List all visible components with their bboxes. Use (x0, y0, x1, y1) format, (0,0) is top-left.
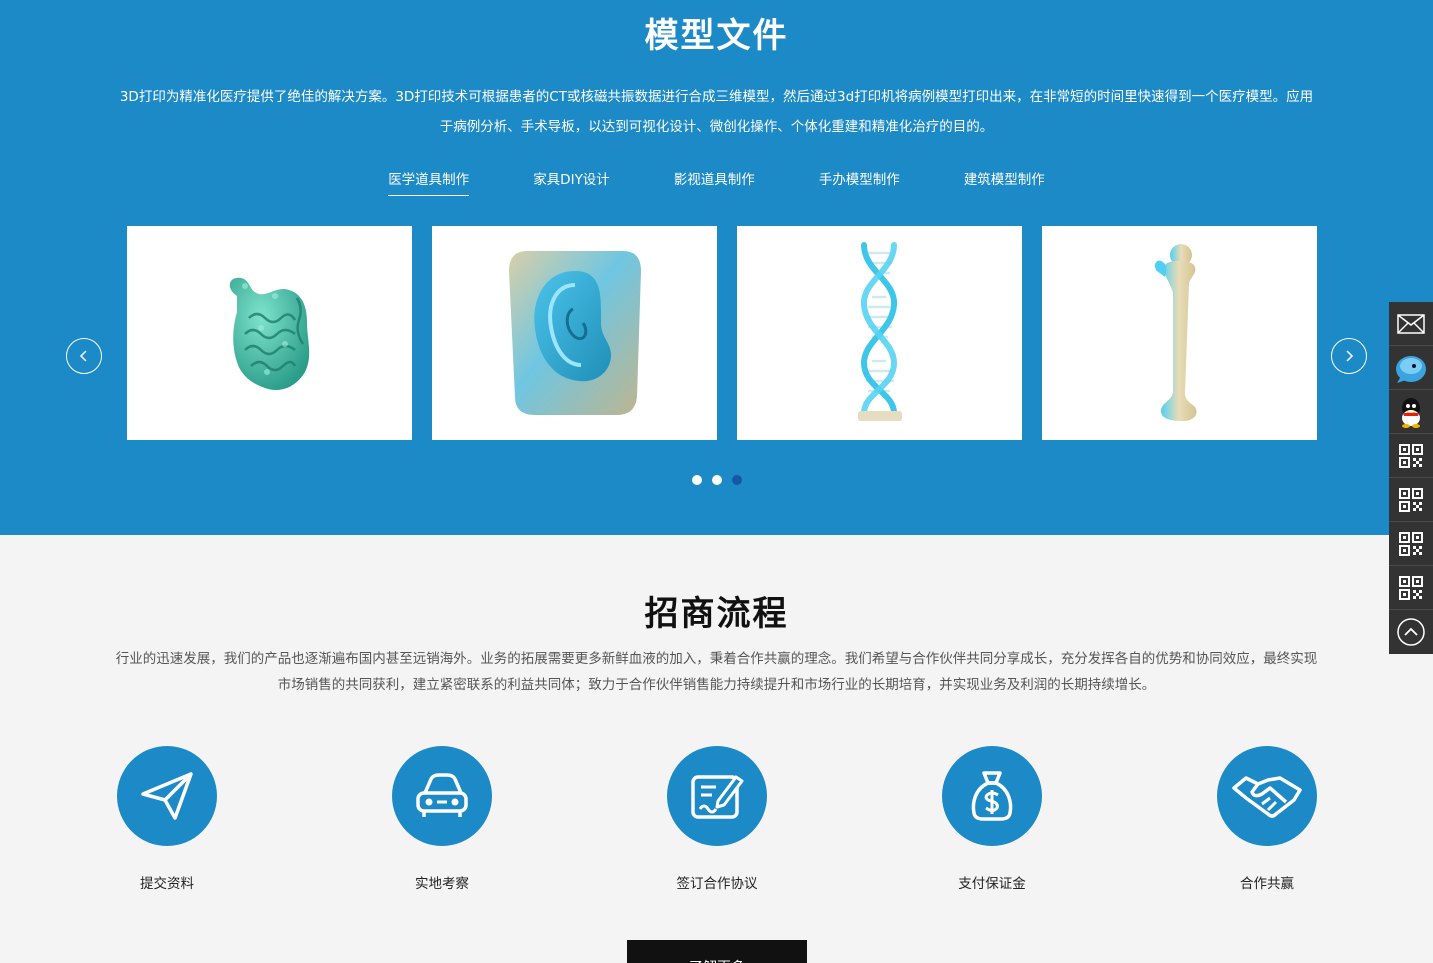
step-circle[interactable] (117, 746, 217, 846)
models-section: 模型文件 3D打印为精准化医疗提供了绝佳的解决方案。3D打印技术可根据患者的CT… (0, 0, 1433, 535)
tab-furniture-diy[interactable]: 家具DIY设计 (533, 168, 610, 196)
model-card[interactable] (1042, 226, 1317, 440)
qrcode-button[interactable] (1389, 478, 1433, 522)
step-circle[interactable] (667, 746, 767, 846)
step-win-win: 合作共赢 (1187, 746, 1347, 892)
step-circle[interactable] (1217, 746, 1317, 846)
model-carousel (127, 226, 1317, 440)
model-card[interactable] (127, 226, 412, 440)
carousel-dot[interactable] (691, 475, 702, 485)
sign-contract-icon (691, 775, 744, 819)
tab-medical-props[interactable]: 医学道具制作 (388, 168, 470, 196)
model-card[interactable] (432, 226, 717, 440)
models-description: 3D打印为精准化医疗提供了绝佳的解决方案。3D打印技术可根据患者的CT或核磁共振… (119, 89, 1314, 135)
carousel-prev-button[interactable] (66, 338, 102, 374)
dna-model-icon (857, 242, 902, 421)
qrcode-icon (1399, 575, 1423, 600)
femur-model-icon (1154, 244, 1196, 421)
process-title: 招商流程 (644, 594, 789, 634)
qrcode-button[interactable] (1389, 434, 1433, 478)
step-label: 实地考察 (415, 876, 469, 892)
qrcode-icon (1399, 531, 1423, 556)
step-submit-info: 提交资料 (87, 746, 247, 892)
step-label: 签订合作协议 (676, 876, 758, 892)
intestine-model-icon (229, 277, 309, 391)
models-title: 模型文件 (644, 16, 789, 56)
qrcode-icon (1399, 487, 1423, 512)
model-category-tabs: 医学道具制作 家具DIY设计 影视道具制作 手办模型制作 建筑模型制作 (0, 168, 1433, 196)
tab-figure-models[interactable]: 手办模型制作 (819, 168, 900, 196)
money-bag-icon (971, 771, 1013, 821)
qrcode-button[interactable] (1389, 566, 1433, 610)
chevron-left-icon (79, 350, 87, 362)
paper-plane-icon (141, 772, 193, 820)
qrcode-icon (1399, 443, 1423, 468)
carousel-dot-active[interactable] (731, 475, 742, 485)
mail-icon (1397, 313, 1425, 334)
handshake-icon (1232, 776, 1302, 818)
learn-more-button[interactable]: 了解更多 (627, 940, 807, 963)
ear-model-icon (508, 251, 641, 415)
qrcode-button[interactable] (1389, 522, 1433, 566)
back-to-top-icon (1397, 618, 1425, 646)
step-label: 支付保证金 (958, 876, 1026, 892)
floating-side-bar (1389, 302, 1433, 654)
step-label: 提交资料 (140, 876, 194, 892)
step-circle[interactable] (942, 746, 1042, 846)
online-chat-button[interactable] (1389, 346, 1433, 390)
carousel-dot[interactable] (711, 475, 722, 485)
step-circle[interactable] (392, 746, 492, 846)
step-pay-deposit: 支付保证金 (912, 746, 1072, 892)
step-site-visit: 实地考察 (362, 746, 522, 892)
car-icon (416, 773, 468, 817)
tab-film-props[interactable]: 影视道具制作 (674, 168, 755, 196)
qq-icon (1402, 397, 1420, 428)
qq-button[interactable] (1389, 390, 1433, 434)
tab-architecture-models[interactable]: 建筑模型制作 (964, 168, 1045, 196)
step-label: 合作共赢 (1240, 876, 1294, 892)
process-description: 行业的迅速发展，我们的产品也逐渐遍布国内甚至远销海外。业务的拓展需要更多新鲜血液… (115, 651, 1318, 693)
step-sign-agreement: 签订合作协议 (637, 746, 797, 892)
carousel-next-button[interactable] (1331, 338, 1367, 374)
back-to-top-button[interactable] (1389, 610, 1433, 654)
chevron-right-icon (1346, 350, 1354, 362)
model-card[interactable] (737, 226, 1022, 440)
carousel-pagination (0, 475, 1433, 485)
chat-icon (1396, 355, 1426, 383)
mail-button[interactable] (1389, 302, 1433, 346)
